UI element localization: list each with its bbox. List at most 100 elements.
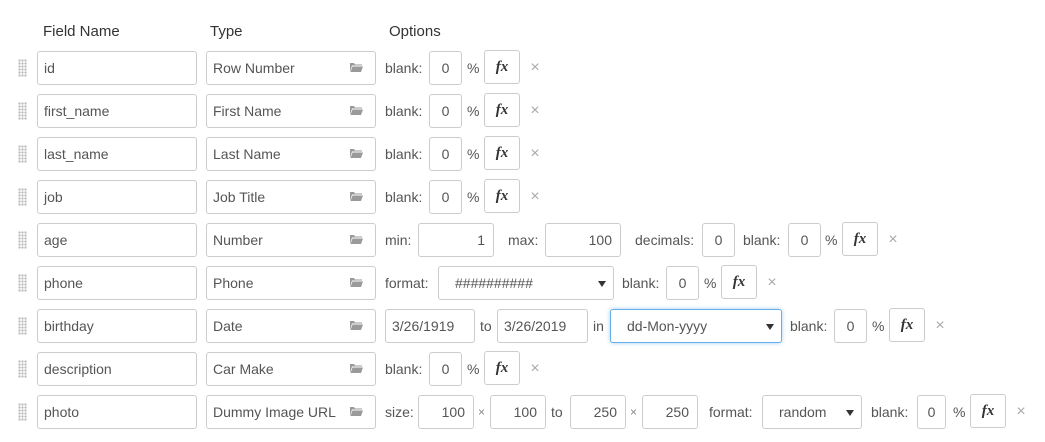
- formula-button[interactable]: fx: [721, 265, 757, 299]
- drag-handle-icon[interactable]: [18, 403, 27, 421]
- drag-handle-icon[interactable]: [18, 188, 27, 206]
- formula-button[interactable]: fx: [484, 351, 520, 385]
- phone-format-select[interactable]: ##########: [438, 266, 614, 300]
- in-label: in: [593, 318, 604, 334]
- selected-format: ##########: [455, 275, 533, 291]
- date-format-select[interactable]: dd-Mon-yyyy: [610, 309, 782, 343]
- formula-button[interactable]: fx: [484, 50, 520, 84]
- formula-button[interactable]: fx: [484, 179, 520, 213]
- min-width-input[interactable]: 100: [418, 395, 474, 429]
- formula-button[interactable]: fx: [484, 136, 520, 170]
- min-height-input[interactable]: 100: [490, 395, 546, 429]
- drag-handle-icon[interactable]: [18, 102, 27, 120]
- selected-date-format: dd-Mon-yyyy: [627, 318, 708, 334]
- type-selector[interactable]: Job Title: [206, 180, 376, 214]
- type-selector[interactable]: Car Make: [206, 352, 376, 386]
- column-header-type: Type: [210, 23, 243, 40]
- remove-field-button[interactable]: ×: [1015, 395, 1027, 429]
- type-selector[interactable]: Phone: [206, 266, 376, 300]
- field-name-input[interactable]: photo: [37, 395, 197, 429]
- remove-field-button[interactable]: ×: [887, 223, 899, 257]
- image-format-select[interactable]: random: [762, 395, 862, 429]
- min-input[interactable]: 1: [418, 223, 494, 257]
- percent-label: %: [467, 146, 480, 162]
- field-row-description: description Car Make blank: 0 % fx ×: [0, 351, 1045, 386]
- function-icon: fx: [495, 59, 509, 75]
- type-selector[interactable]: Row Number: [206, 51, 376, 85]
- remove-field-button[interactable]: ×: [529, 94, 541, 128]
- formula-button[interactable]: fx: [889, 308, 925, 342]
- type-label: Dummy Image URL: [213, 404, 336, 420]
- date-from-input[interactable]: 3/26/1919: [385, 309, 475, 343]
- remove-field-button[interactable]: ×: [529, 180, 541, 214]
- close-icon: ×: [530, 360, 540, 377]
- drag-handle-icon[interactable]: [18, 59, 27, 77]
- type-label: First Name: [213, 103, 282, 119]
- type-selector[interactable]: Date: [206, 309, 376, 343]
- field-name-input[interactable]: job: [37, 180, 197, 214]
- function-icon: fx: [495, 360, 509, 376]
- blank-percent-input[interactable]: 0: [788, 223, 821, 257]
- percent-label: %: [467, 361, 480, 377]
- remove-field-button[interactable]: ×: [529, 137, 541, 171]
- drag-handle-icon[interactable]: [18, 274, 27, 292]
- blank-percent-input[interactable]: 0: [429, 94, 462, 128]
- drag-handle-icon[interactable]: [18, 317, 27, 335]
- formula-button[interactable]: fx: [484, 93, 520, 127]
- type-label: Car Make: [213, 361, 274, 377]
- blank-percent-input[interactable]: 0: [429, 180, 462, 214]
- drag-handle-icon[interactable]: [18, 231, 27, 249]
- max-width-input[interactable]: 250: [570, 395, 626, 429]
- blank-percent-input[interactable]: 0: [429, 137, 462, 171]
- drag-handle-icon[interactable]: [18, 360, 27, 378]
- field-name-input[interactable]: last_name: [37, 137, 197, 171]
- min-label: min:: [385, 232, 412, 248]
- field-row-age: age Number min: 1 max: 100 decimals: 0 b…: [0, 222, 1045, 257]
- formula-button[interactable]: fx: [842, 222, 878, 256]
- date-to-input[interactable]: 3/26/2019: [497, 309, 588, 343]
- formula-button[interactable]: fx: [970, 394, 1006, 428]
- type-selector[interactable]: Last Name: [206, 137, 376, 171]
- close-icon: ×: [530, 102, 540, 119]
- folder-open-icon: [349, 106, 363, 115]
- column-header-field-name: Field Name: [43, 23, 120, 40]
- function-icon: fx: [495, 145, 509, 161]
- blank-percent-input[interactable]: 0: [429, 51, 462, 85]
- chevron-down-icon: [846, 410, 854, 416]
- field-row-id: id Row Number blank: 0 % fx ×: [0, 50, 1045, 85]
- folder-open-icon: [349, 407, 363, 416]
- remove-field-button[interactable]: ×: [529, 51, 541, 85]
- max-height-input[interactable]: 250: [642, 395, 698, 429]
- blank-percent-input[interactable]: 0: [917, 395, 946, 429]
- field-name-input[interactable]: description: [37, 352, 197, 386]
- type-selector[interactable]: Dummy Image URL: [206, 395, 376, 429]
- blank-percent-input[interactable]: 0: [429, 352, 462, 386]
- size-label: size:: [385, 404, 414, 420]
- remove-field-button[interactable]: ×: [766, 266, 778, 300]
- field-name-input[interactable]: birthday: [37, 309, 197, 343]
- type-selector[interactable]: First Name: [206, 94, 376, 128]
- function-icon: fx: [853, 231, 867, 247]
- folder-open-icon: [349, 235, 363, 244]
- function-icon: fx: [495, 188, 509, 204]
- percent-label: %: [467, 60, 480, 76]
- decimals-label: decimals:: [635, 232, 695, 248]
- type-selector[interactable]: Number: [206, 223, 376, 257]
- field-name-input[interactable]: phone: [37, 266, 197, 300]
- field-name-input[interactable]: first_name: [37, 94, 197, 128]
- max-input[interactable]: 100: [545, 223, 621, 257]
- selected-image-format: random: [779, 404, 827, 420]
- blank-percent-input[interactable]: 0: [834, 309, 867, 343]
- percent-label: %: [872, 318, 885, 334]
- decimals-input[interactable]: 0: [702, 223, 735, 257]
- folder-open-icon: [349, 63, 363, 72]
- remove-field-button[interactable]: ×: [934, 309, 946, 343]
- blank-percent-input[interactable]: 0: [666, 266, 699, 300]
- close-icon: ×: [1016, 403, 1026, 420]
- chevron-down-icon: [598, 281, 606, 287]
- function-icon: fx: [732, 274, 746, 290]
- drag-handle-icon[interactable]: [18, 145, 27, 163]
- remove-field-button[interactable]: ×: [529, 352, 541, 386]
- field-name-input[interactable]: age: [37, 223, 197, 257]
- field-name-input[interactable]: id: [37, 51, 197, 85]
